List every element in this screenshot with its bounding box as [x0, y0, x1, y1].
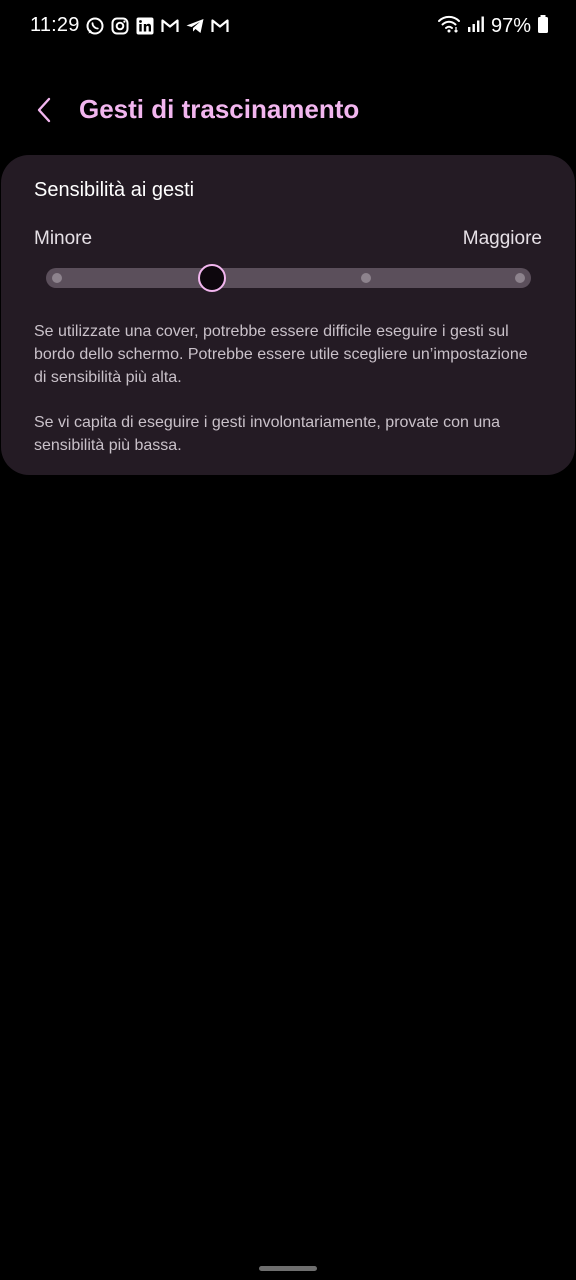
- slider-stop[interactable]: [360, 273, 371, 283]
- battery-level: 97%: [490, 15, 531, 37]
- status-bar: 11:29 97%: [0, 0, 576, 54]
- description-involuntary: Se vi capita di eseguire i gesti involon…: [34, 414, 501, 454]
- gesture-sensitivity-card: Sensibilità ai gesti Minore Maggiore Se …: [1, 155, 575, 475]
- status-time: 11:29: [30, 14, 80, 36]
- back-button[interactable]: [26, 92, 62, 128]
- slider-min-label: Minore: [34, 228, 93, 249]
- chevron-left-icon: [37, 97, 51, 123]
- page-title: Gesti di trascinamento: [79, 94, 360, 124]
- slider-stop[interactable]: [52, 273, 62, 283]
- sensitivity-slider[interactable]: [46, 264, 531, 292]
- instagram-icon: [110, 16, 130, 36]
- wifi-icon: [437, 14, 461, 39]
- app-header: Gesti di trascinamento: [0, 80, 576, 140]
- battery-icon: [537, 14, 549, 39]
- system-icons: 97%: [437, 14, 549, 39]
- card-title: Sensibilità ai gesti: [34, 179, 195, 201]
- signal-icon: [467, 15, 485, 38]
- gmail-icon: [160, 16, 180, 36]
- slider-track[interactable]: [46, 268, 531, 288]
- gmail-icon: [210, 16, 230, 36]
- notification-icons: [85, 16, 230, 36]
- telegram-icon: [185, 16, 205, 36]
- whatsapp-icon: [85, 16, 105, 36]
- slider-max-label: Maggiore: [462, 228, 542, 249]
- linkedin-icon: [135, 16, 155, 36]
- description-cover: Se utilizzate una cover, potrebbe essere…: [34, 323, 528, 386]
- navigation-handle[interactable]: [259, 1266, 317, 1271]
- slider-stop[interactable]: [515, 273, 525, 283]
